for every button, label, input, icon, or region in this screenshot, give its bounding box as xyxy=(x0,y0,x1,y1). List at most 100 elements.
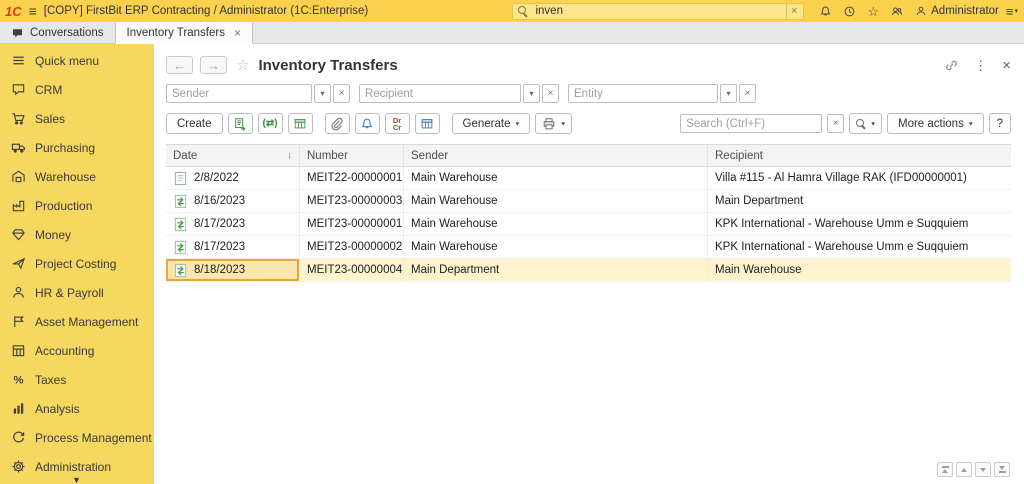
recipient-filter-clear-button[interactable]: × xyxy=(542,84,559,103)
sidebar-item-production[interactable]: Production xyxy=(0,191,153,220)
column-header-recipient[interactable]: Recipient xyxy=(708,145,1011,166)
favorites-star-button[interactable]: ☆ xyxy=(867,5,879,18)
set-interval-button[interactable]: (⇄) xyxy=(257,113,283,134)
sidebar-item-purchasing[interactable]: Purchasing xyxy=(0,133,153,162)
go-last-button[interactable] xyxy=(994,462,1010,477)
cell-date[interactable]: 8/17/2023 xyxy=(166,236,300,258)
sidebar-item-analysis[interactable]: Analysis xyxy=(0,394,153,423)
register-records-button[interactable] xyxy=(414,113,440,134)
table-row[interactable]: 8/17/2023 MEIT23-00000002 Main Warehouse… xyxy=(166,236,1011,259)
advanced-search-button[interactable]: ▾ xyxy=(849,113,882,134)
sidebar-item-sales[interactable]: Sales xyxy=(0,104,153,133)
hamburger-menu-button[interactable]: ≡ xyxy=(29,4,37,18)
tab-close-icon[interactable]: × xyxy=(234,26,241,40)
entity-filter-dropdown-button[interactable]: ▾ xyxy=(720,84,737,103)
go-first-button[interactable] xyxy=(937,462,953,477)
search-clear-icon[interactable]: × xyxy=(786,3,801,19)
sidebar-item-crm[interactable]: CRM xyxy=(0,75,153,104)
more-menu-button[interactable]: ⋮ xyxy=(974,59,987,72)
sidebar-item-hr-payroll[interactable]: HR & Payroll xyxy=(0,278,153,307)
scroll-up-button[interactable] xyxy=(956,462,972,477)
generate-button[interactable]: Generate ▾ xyxy=(451,113,531,134)
recipient-filter-input[interactable] xyxy=(359,84,521,103)
cell-sender[interactable]: Main Warehouse xyxy=(404,167,708,189)
cell-sender[interactable]: Main Warehouse xyxy=(404,213,708,235)
recipient-filter-dropdown-button[interactable]: ▾ xyxy=(523,84,540,103)
sidebar-item-label: Sales xyxy=(35,111,66,126)
cell-date[interactable]: 8/17/2023 xyxy=(166,213,300,235)
forward-button[interactable]: → xyxy=(200,56,227,74)
entity-filter-input[interactable] xyxy=(568,84,718,103)
cell-date-focused[interactable]: 8/18/2023 xyxy=(166,259,300,281)
back-button[interactable]: ← xyxy=(166,56,193,74)
list-settings-button[interactable] xyxy=(287,113,313,134)
sidebar-item-accounting[interactable]: Accounting xyxy=(0,336,153,365)
reminder-bell-button[interactable] xyxy=(354,113,380,134)
sidebar-item-warehouse[interactable]: Warehouse xyxy=(0,162,153,191)
cell-number[interactable]: MEIT22-00000001 xyxy=(300,167,404,189)
cell-recipient[interactable]: KPK International - Warehouse Umm e Suqq… xyxy=(708,236,1011,258)
cell-date[interactable]: 8/16/2023 xyxy=(166,190,300,212)
cell-number[interactable]: MEIT23-00000001 xyxy=(300,213,404,235)
list-search-input[interactable] xyxy=(680,114,823,133)
posting-drcr-button[interactable]: Dr Cr xyxy=(384,113,410,134)
global-search-input[interactable] xyxy=(533,4,782,18)
cell-number[interactable]: MEIT23-00000004 xyxy=(300,259,404,281)
create-by-copy-button[interactable] xyxy=(227,113,253,134)
cell-number[interactable]: MEIT23-00000002 xyxy=(300,236,404,258)
table-row[interactable]: 8/16/2023 MEIT23-00000003 Main Warehouse… xyxy=(166,190,1011,213)
cell-sender[interactable]: Main Warehouse xyxy=(404,190,708,212)
entity-filter-clear-button[interactable]: × xyxy=(739,84,756,103)
more-actions-button[interactable]: More actions ▾ xyxy=(886,113,984,134)
help-button[interactable]: ? xyxy=(988,113,1011,134)
sender-filter-dropdown-button[interactable]: ▾ xyxy=(314,84,331,103)
table-row[interactable]: 2/8/2022 MEIT22-00000001 Main Warehouse … xyxy=(166,167,1011,190)
link-button[interactable] xyxy=(944,58,959,73)
chevron-down-icon: ▾ xyxy=(1014,8,1018,15)
table-row-selected[interactable]: 8/18/2023 MEIT23-00000004 Main Departmen… xyxy=(166,259,1011,282)
notifications-bell-button[interactable] xyxy=(819,5,832,18)
clear-icon: × xyxy=(338,88,345,99)
list-search-clear-button[interactable]: × xyxy=(827,114,845,133)
attach-file-button[interactable] xyxy=(324,113,350,134)
cell-recipient[interactable]: Main Warehouse xyxy=(708,259,1011,281)
cell-recipient[interactable]: Villa #115 - Al Hamra Village RAK (IFD00… xyxy=(708,167,1011,189)
global-search-box[interactable]: × xyxy=(512,2,805,20)
sender-filter-clear-button[interactable]: × xyxy=(333,84,350,103)
favorite-star-button[interactable]: ☆ xyxy=(236,58,249,73)
tab-conversations[interactable]: Conversations xyxy=(0,22,115,43)
cell-recipient[interactable]: Main Department xyxy=(708,190,1011,212)
history-clock-button[interactable] xyxy=(843,5,856,18)
cell-sender[interactable]: Main Warehouse xyxy=(404,236,708,258)
sender-filter-input[interactable] xyxy=(166,84,312,103)
close-page-button[interactable]: × xyxy=(1002,58,1011,73)
sidebar-scroll-more-icon[interactable]: ▼ xyxy=(72,475,81,484)
tab-inventory-transfers[interactable]: Inventory Transfers × xyxy=(114,22,253,44)
chevron-down-icon: ▾ xyxy=(515,119,520,128)
sidebar-item-process-management[interactable]: Process Management xyxy=(0,423,153,452)
column-header-number[interactable]: Number xyxy=(300,145,404,166)
sidebar: Quick menu CRM Sales Purchasing Warehous… xyxy=(0,44,154,484)
person-icon xyxy=(13,286,24,298)
create-button[interactable]: Create xyxy=(166,113,223,134)
bar-icon xyxy=(998,471,1006,473)
cell-number[interactable]: MEIT23-00000003 xyxy=(300,190,404,212)
table-row[interactable]: 8/17/2023 MEIT23-00000001 Main Warehouse… xyxy=(166,213,1011,236)
cell-recipient[interactable]: KPK International - Warehouse Umm e Suqq… xyxy=(708,213,1011,235)
sidebar-item-quick-menu[interactable]: Quick menu xyxy=(0,46,153,75)
current-user[interactable]: Administrator xyxy=(915,5,999,17)
sidebar-item-project-costing[interactable]: Project Costing xyxy=(0,249,153,278)
sidebar-item-asset-management[interactable]: Asset Management xyxy=(0,307,153,336)
sidebar-item-taxes[interactable]: % Taxes xyxy=(0,365,153,394)
print-button[interactable]: ▾ xyxy=(535,113,573,134)
cell-date[interactable]: 2/8/2022 xyxy=(166,167,300,189)
column-header-date[interactable]: Date ↓ xyxy=(166,145,300,166)
column-header-sender[interactable]: Sender xyxy=(404,145,708,166)
main-menu-button[interactable]: ≡ ▾ xyxy=(1006,4,1018,19)
list-toolbar: Create (⇄) Dr Cr Generate ▾ ▾ Search (Ct… xyxy=(154,113,1024,134)
sender-filter: ▾ × xyxy=(166,84,350,103)
cell-sender[interactable]: Main Department xyxy=(404,259,708,281)
discussions-people-button[interactable] xyxy=(890,5,904,18)
scroll-down-button[interactable] xyxy=(975,462,991,477)
sidebar-item-money[interactable]: Money xyxy=(0,220,153,249)
